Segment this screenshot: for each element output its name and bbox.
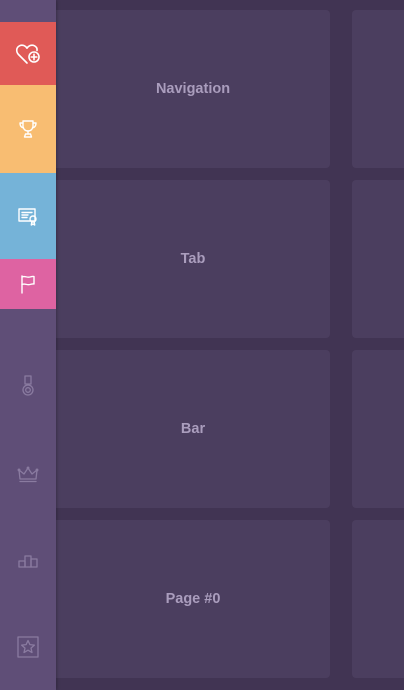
sidebar-item-podium[interactable] bbox=[0, 535, 56, 587]
card-partial[interactable] bbox=[352, 10, 404, 168]
sidebar-item-trophy[interactable] bbox=[0, 85, 56, 173]
card-navigation[interactable]: Navigation bbox=[56, 10, 330, 168]
card-grid: Navigation Tab Bar Page #0 bbox=[0, 0, 404, 690]
podium-icon bbox=[17, 553, 39, 569]
card-tab[interactable]: Tab bbox=[56, 180, 330, 338]
card-label: Tab bbox=[180, 251, 206, 267]
sidebar-item-medal[interactable] bbox=[0, 360, 56, 412]
sidebar-item-flag[interactable] bbox=[0, 259, 56, 309]
card-label: Bar bbox=[180, 421, 206, 437]
star-badge-icon bbox=[16, 635, 40, 659]
sidebar-item-star[interactable] bbox=[0, 621, 56, 673]
certificate-icon bbox=[17, 206, 39, 226]
sidebar-item-certificate[interactable] bbox=[0, 173, 56, 259]
card-partial[interactable] bbox=[352, 350, 404, 508]
crown-icon bbox=[17, 465, 39, 483]
sidebar-item-crown[interactable] bbox=[0, 448, 56, 500]
flag-icon bbox=[18, 273, 38, 295]
trophy-icon bbox=[17, 118, 39, 140]
sidebar bbox=[0, 0, 56, 690]
card-bar[interactable]: Bar bbox=[56, 350, 330, 508]
heart-plus-icon bbox=[15, 42, 41, 66]
card-page-0[interactable]: Page #0 bbox=[56, 520, 330, 678]
card-partial[interactable] bbox=[352, 180, 404, 338]
card-label: Page #0 bbox=[165, 591, 221, 607]
card-label: Navigation bbox=[155, 81, 231, 97]
medal-icon bbox=[20, 374, 36, 398]
sidebar-item-heart[interactable] bbox=[0, 22, 56, 85]
card-partial[interactable] bbox=[352, 520, 404, 678]
